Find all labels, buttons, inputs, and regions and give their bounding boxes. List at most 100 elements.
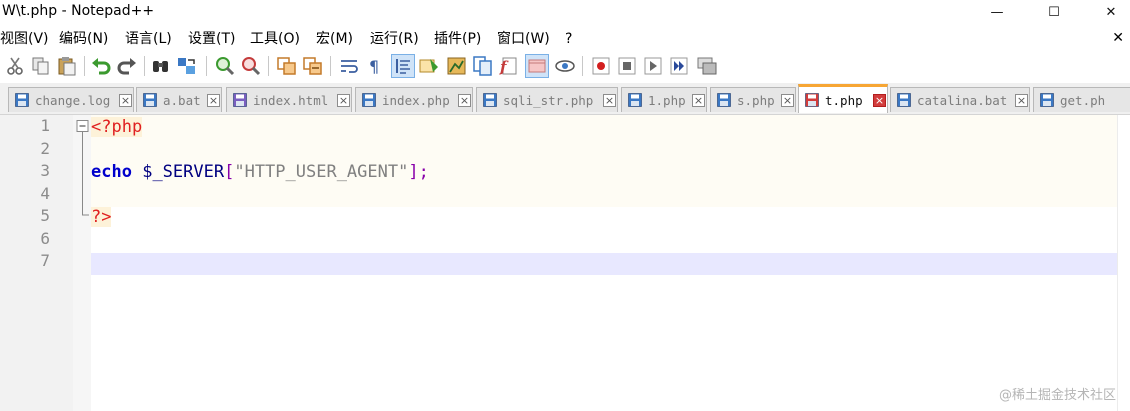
toolbar-separator xyxy=(582,56,583,76)
tab-close-icon[interactable]: × xyxy=(603,94,616,107)
tab-sqli-str-php[interactable]: sqli_str.php × xyxy=(476,87,618,112)
stop-record-icon[interactable] xyxy=(616,55,638,77)
undo-icon[interactable] xyxy=(90,55,112,77)
current-line-highlight xyxy=(91,253,1119,275)
tab-label: catalina.bat xyxy=(917,93,1008,108)
menu-help[interactable]: ? xyxy=(565,30,572,48)
paste-icon[interactable] xyxy=(56,55,78,77)
word-wrap-icon[interactable] xyxy=(338,55,360,77)
maximize-button[interactable]: ☐ xyxy=(1031,0,1077,24)
tab-s-php[interactable]: s.php × xyxy=(710,87,796,112)
tab-close-icon[interactable]: × xyxy=(1015,94,1028,107)
tab-1-php[interactable]: 1.php × xyxy=(621,87,707,112)
svg-text:¶: ¶ xyxy=(369,57,379,76)
save-file-icon xyxy=(15,93,29,107)
title-bar: W\t.php - Notepad++ — ☐ ✕ xyxy=(0,0,1130,24)
tab-label: get.ph xyxy=(1060,93,1106,108)
find-icon[interactable] xyxy=(150,55,172,77)
zoom-in-icon[interactable] xyxy=(214,55,236,77)
copy-icon[interactable] xyxy=(30,55,52,77)
menu-macro[interactable]: 宏(M) xyxy=(316,30,353,48)
save-file-icon xyxy=(143,93,157,107)
line-number: 3 xyxy=(40,161,50,180)
menu-view[interactable]: 视图(V) xyxy=(0,30,49,48)
tab-label: 1.php xyxy=(648,93,686,108)
tab-label: t.php xyxy=(825,93,863,108)
tab-close-icon[interactable]: × xyxy=(119,94,132,107)
code-line-1: <?php xyxy=(91,116,143,139)
code-line-3: echo $_SERVER["HTTP_USER_AGENT"]; xyxy=(91,161,429,184)
playback-macro-icon[interactable] xyxy=(642,55,664,77)
save-file-icon xyxy=(805,93,819,107)
minimize-button[interactable]: — xyxy=(974,0,1020,24)
save-file-icon xyxy=(717,93,731,107)
tab-close-icon[interactable]: × xyxy=(458,94,471,107)
tab-close-icon[interactable]: × xyxy=(692,94,705,107)
menu-settings[interactable]: 设置(T) xyxy=(188,30,235,48)
menu-encoding[interactable]: 编码(N) xyxy=(59,30,108,48)
window-title: W\t.php - Notepad++ xyxy=(2,3,155,19)
tab-label: change.log xyxy=(35,93,111,108)
tab-close-icon[interactable]: × xyxy=(781,94,794,107)
save-macro-icon[interactable] xyxy=(696,55,718,77)
open-bracket: [ xyxy=(224,162,235,182)
function-list-icon[interactable]: f xyxy=(498,55,520,77)
tab-a-bat[interactable]: a.bat × xyxy=(136,87,222,112)
string-literal: "HTTP_USER_AGENT" xyxy=(234,162,409,182)
run-macro-multiple-icon[interactable] xyxy=(668,55,690,77)
line-number: 4 xyxy=(40,183,50,203)
echo-keyword: echo xyxy=(91,162,132,182)
monitoring-icon[interactable] xyxy=(554,55,576,77)
line-number: 7 xyxy=(40,251,50,270)
redo-icon[interactable] xyxy=(116,55,138,77)
tab-label: sqli_str.php xyxy=(503,93,594,108)
close-bracket: ]; xyxy=(408,162,429,182)
toolbar-separator xyxy=(144,56,145,76)
tab-label: index.html xyxy=(253,93,329,108)
user-defined-lang-icon[interactable] xyxy=(418,55,440,77)
record-macro-icon[interactable] xyxy=(590,55,612,77)
tab-catalina-bat[interactable]: catalina.bat × xyxy=(890,87,1030,112)
tab-label: index.php xyxy=(382,93,450,108)
menu-tools[interactable]: 工具(O) xyxy=(250,30,300,48)
save-file-icon xyxy=(628,93,642,107)
menu-window[interactable]: 窗口(W) xyxy=(497,30,550,48)
menu-run[interactable]: 运行(R) xyxy=(370,30,419,48)
tab-change-log[interactable]: change.log × xyxy=(8,87,134,112)
watermark: @稀土掘金技术社区 xyxy=(998,388,1116,403)
tab-bar: change.log × a.bat × index.html × index.php × sq… xyxy=(0,83,1130,115)
line-number: 5 xyxy=(40,206,50,225)
save-file-icon xyxy=(483,93,497,107)
line-number: 6 xyxy=(40,228,50,248)
menu-plugins[interactable]: 插件(P) xyxy=(434,30,481,48)
tab-index-html[interactable]: index.html × xyxy=(226,87,352,112)
document-list-icon[interactable] xyxy=(472,55,494,77)
zoom-out-icon[interactable] xyxy=(240,55,262,77)
replace-icon[interactable] xyxy=(176,55,198,77)
document-map-icon[interactable] xyxy=(446,55,468,77)
sync-vertical-icon[interactable] xyxy=(276,55,298,77)
menu-language[interactable]: 语言(L) xyxy=(125,30,172,48)
tab-index-php[interactable]: index.php × xyxy=(355,87,473,112)
close-button[interactable]: ✕ xyxy=(1088,0,1130,24)
tab-close-icon[interactable]: × xyxy=(207,94,220,107)
toolbar-separator xyxy=(84,56,85,76)
folder-workspace-icon[interactable] xyxy=(525,54,549,78)
sync-horizontal-icon[interactable] xyxy=(302,55,324,77)
show-all-chars-icon[interactable]: ¶ xyxy=(364,55,386,77)
vertical-scrollbar[interactable] xyxy=(1117,115,1130,411)
php-close-tag: ?> xyxy=(91,207,112,227)
cut-icon[interactable] xyxy=(4,55,26,77)
tab-close-icon[interactable]: × xyxy=(873,94,886,107)
server-variable: $_SERVER xyxy=(142,162,225,182)
toolbar-separator xyxy=(330,56,331,76)
close-document-icon[interactable]: ✕ xyxy=(1112,30,1124,46)
line-number: 2 xyxy=(40,138,50,158)
editor-area[interactable]: 1 2 3 4 5 6 7 <?php echo $_SERVER["HTTP_… xyxy=(0,115,1130,411)
php-open-tag: <?php xyxy=(91,117,143,137)
tab-get-ph[interactable]: get.ph xyxy=(1033,87,1130,112)
tab-close-icon[interactable]: × xyxy=(337,94,350,107)
fold-collapse-icon[interactable] xyxy=(76,120,90,220)
indent-guide-icon[interactable] xyxy=(391,54,415,78)
tab-t-php[interactable]: t.php × xyxy=(798,84,888,113)
